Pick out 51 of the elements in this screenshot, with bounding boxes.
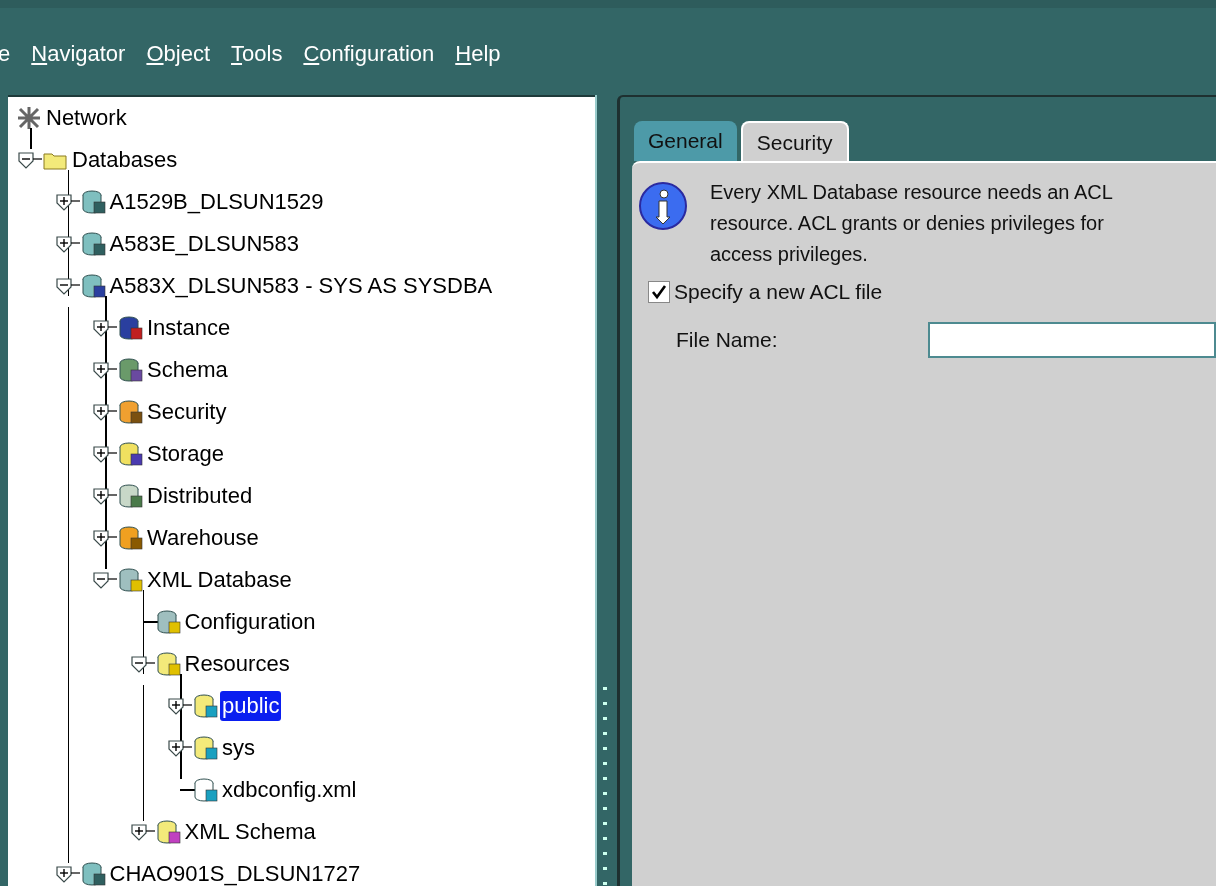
tree-item[interactable]: xdbconfig.xml: [220, 775, 359, 805]
info-icon: [638, 181, 688, 231]
tab[interactable]: General: [634, 121, 737, 161]
tree-item[interactable]: XML Schema: [182, 817, 318, 847]
tree-item[interactable]: Databases: [70, 145, 180, 175]
tree-item[interactable]: Distributed: [145, 481, 255, 511]
file-name-field[interactable]: [927, 322, 1216, 358]
expand-toggle[interactable]: [55, 191, 80, 213]
tree-item[interactable]: A1529B_DLSUN1529: [107, 187, 326, 217]
field-label: File Name:: [676, 328, 779, 352]
database-icon: [79, 189, 106, 215]
expand-toggle[interactable]: [93, 485, 117, 507]
database-icon: [79, 231, 106, 257]
collapse-toggle[interactable]: [130, 653, 155, 675]
checkbox-label: Specify a new ACL file: [674, 280, 883, 304]
collapse-toggle[interactable]: [55, 275, 80, 297]
tree-item[interactable]: Warehouse: [145, 523, 261, 553]
collapse-toggle[interactable]: [93, 569, 117, 591]
tree-item[interactable]: XML Database: [145, 565, 294, 595]
expand-toggle[interactable]: [93, 527, 117, 549]
expand-toggle[interactable]: [168, 737, 192, 759]
expand-toggle[interactable]: [55, 863, 80, 885]
tree-item[interactable]: Resources: [182, 649, 292, 679]
expand-toggle[interactable]: [93, 401, 117, 423]
tree-item[interactable]: A583X_DLSUN583 - SYS AS SYSDBA: [107, 271, 495, 301]
info-text: Every XML Database resource needs an ACL resource. ACL grants or denies privileges for access privileges.: [710, 180, 1113, 267]
menu-item[interactable]: Help: [455, 36, 501, 67]
menu-item[interactable]: Navigator: [31, 36, 126, 67]
expand-toggle[interactable]: [93, 359, 117, 381]
menu-item[interactable]: Object: [146, 36, 211, 67]
menu-item[interactable]: Configuration: [303, 36, 435, 67]
tree-item[interactable]: CHAO901S_DLSUN1727: [107, 859, 363, 886]
tree-item[interactable]: A583E_DLSUN583: [107, 229, 302, 259]
expand-toggle[interactable]: [55, 233, 80, 255]
database-icon: [79, 861, 106, 886]
expand-toggle[interactable]: [93, 443, 117, 465]
tree-item[interactable]: Instance: [145, 313, 233, 343]
collapse-toggle[interactable]: [18, 149, 42, 171]
expand-toggle[interactable]: [130, 821, 155, 843]
tree-item[interactable]: sys: [220, 733, 257, 763]
expand-toggle[interactable]: [93, 317, 117, 339]
expand-toggle[interactable]: [168, 695, 192, 717]
tree-item[interactable]: Security: [145, 397, 229, 427]
checkbox[interactable]: [648, 281, 670, 303]
menu-item[interactable]: Tools: [231, 36, 283, 67]
tab[interactable]: Security: [740, 121, 849, 161]
tree-item[interactable]: Network: [44, 103, 129, 133]
tree-item[interactable]: Schema: [145, 355, 230, 385]
tree-item[interactable]: public: [220, 691, 282, 721]
tree-item[interactable]: Storage: [145, 439, 227, 469]
tree-item[interactable]: Configuration: [182, 607, 318, 637]
